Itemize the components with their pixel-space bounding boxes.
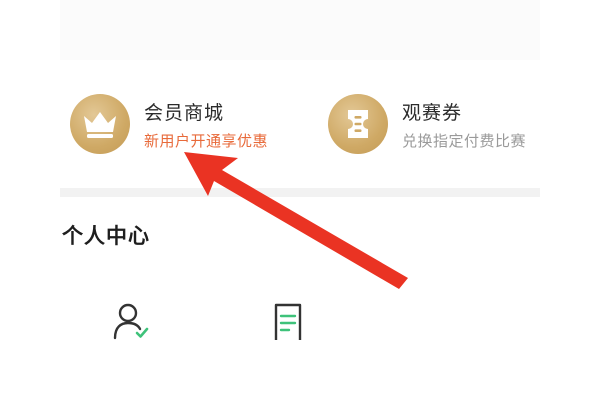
member-mall-promo: 新用户开通享优惠 — [144, 132, 269, 150]
personal-center-title: 个人中心 — [62, 224, 150, 248]
ticket-icon — [328, 94, 388, 154]
top-background-band — [60, 0, 540, 60]
match-ticket-entry[interactable]: 观赛券 兑换指定付费比赛 — [328, 92, 540, 156]
match-ticket-title: 观赛券 — [402, 102, 463, 124]
crown-icon — [70, 94, 130, 154]
feature-card-row: 会员商城 新用户开通享优惠 观赛券 兑换指定付费比赛 — [60, 60, 540, 180]
section-divider — [60, 188, 540, 197]
document-icon[interactable] — [268, 300, 308, 340]
profile-check-icon[interactable] — [110, 300, 150, 340]
match-ticket-subtitle: 兑换指定付费比赛 — [402, 132, 527, 150]
member-mall-entry[interactable]: 会员商城 新用户开通享优惠 — [70, 92, 310, 156]
member-mall-title: 会员商城 — [144, 102, 225, 124]
screenshot-page: 会员商城 新用户开通享优惠 观赛券 兑换指定付费比赛 个人中心 — [0, 0, 600, 400]
